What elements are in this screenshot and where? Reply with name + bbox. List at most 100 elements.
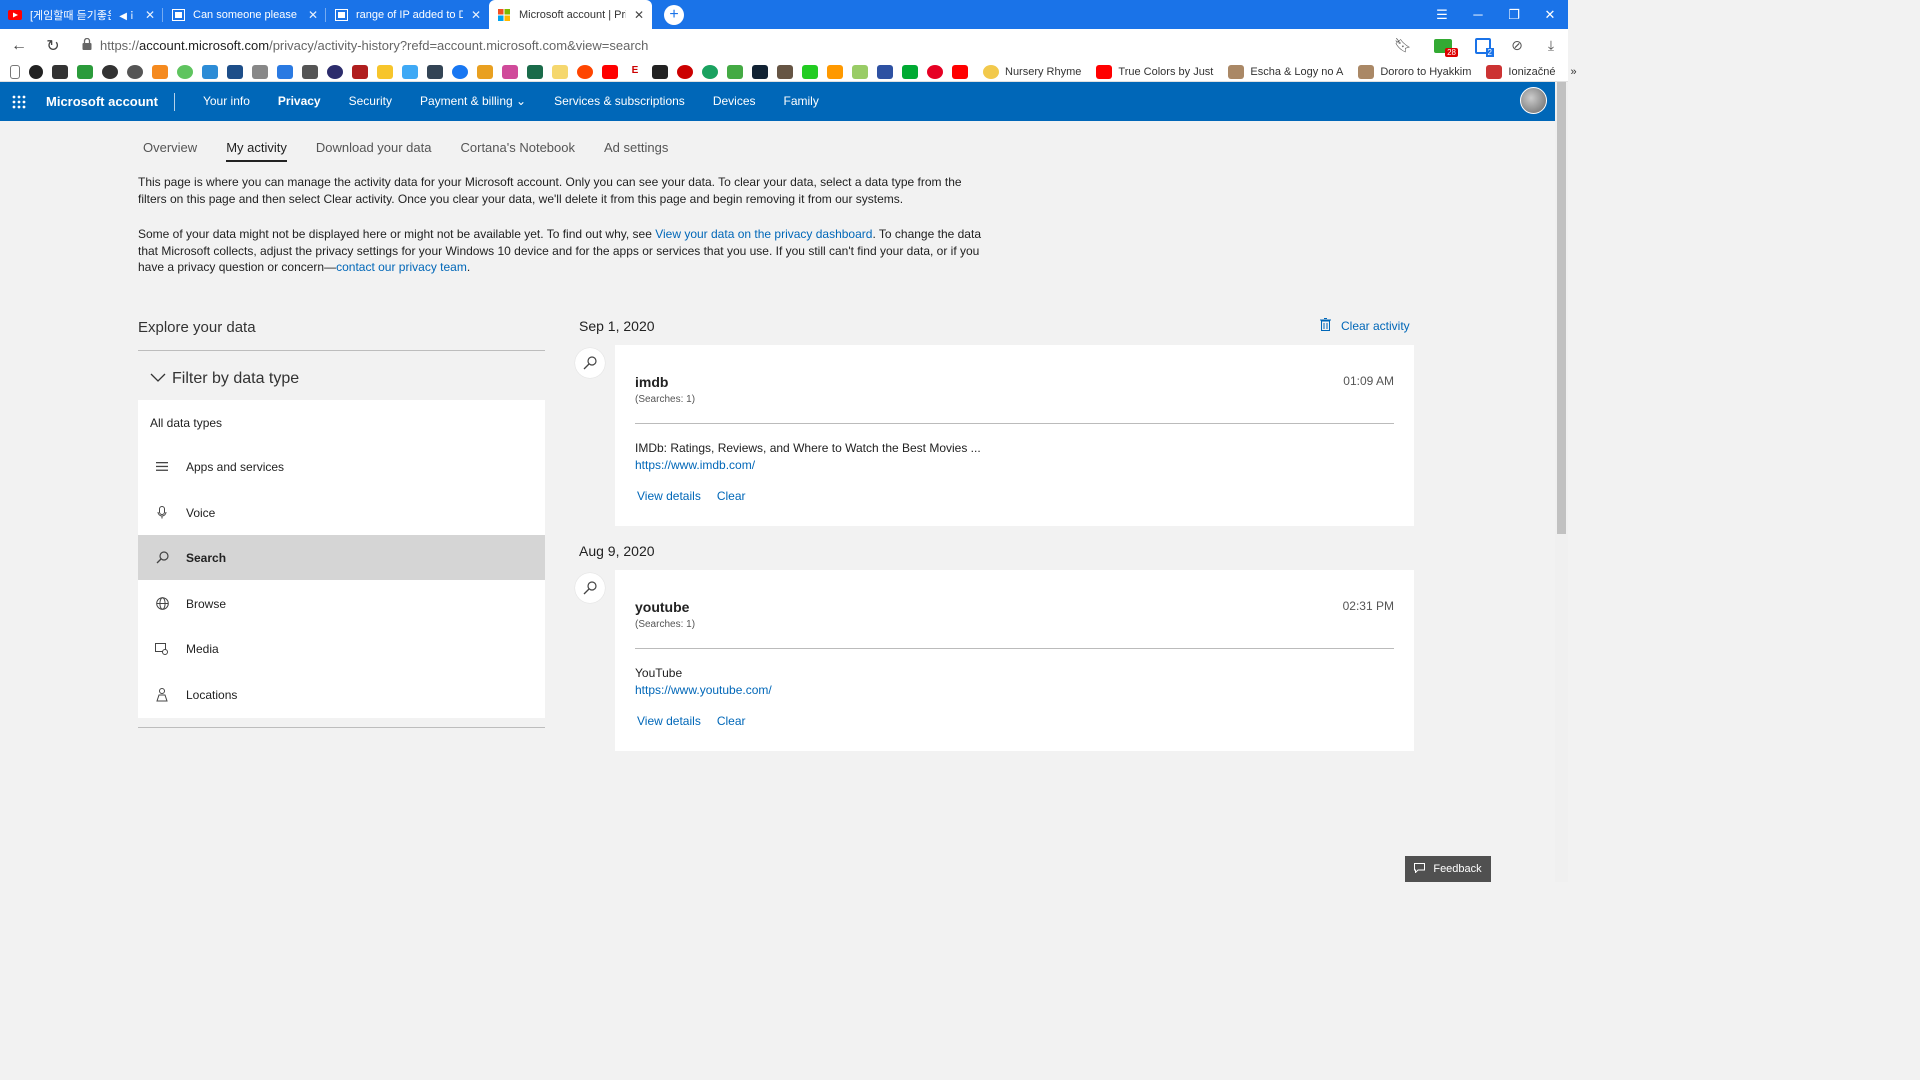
bookmark-icon[interactable]: 🔖︎ [1386,29,1420,62]
browser-tab[interactable]: range of IP added to DNS ✕ [326,0,489,29]
bookmark-icon[interactable] [677,64,693,79]
tab-my-activity[interactable]: My activity [226,140,287,162]
bookmark-icon[interactable] [827,64,843,79]
bookmark-icon[interactable] [77,64,93,79]
nav-your-info[interactable]: Your info [189,82,264,121]
bookmark-icon[interactable] [552,64,568,79]
bookmark-icon[interactable] [127,64,143,79]
avatar[interactable] [1520,87,1547,114]
youtube-icon[interactable] [952,64,968,79]
bookmark-icon[interactable] [352,64,368,79]
filter-apps-and-services[interactable]: Apps and services [138,444,545,489]
bookmark-icon[interactable] [502,64,518,79]
bookmark-icon[interactable] [152,64,168,79]
download-icon[interactable]: ⤓ [1534,29,1568,62]
result-url-link[interactable]: https://www.youtube.com/ [635,683,772,697]
back-icon[interactable]: ← [2,29,36,62]
bookmark-icon[interactable] [727,64,743,79]
eye-icon[interactable] [29,64,43,79]
close-tab-icon[interactable]: ✕ [145,8,155,22]
clear-activity-button[interactable]: Clear activity [1320,318,1410,334]
scrollbar[interactable] [1555,82,1568,882]
bookmark-icon[interactable] [877,64,893,79]
clear-link[interactable]: Clear [717,489,746,503]
filter-media[interactable]: Media [138,626,545,671]
filter-voice[interactable]: Voice [138,490,545,535]
block-icon[interactable]: ⊘ [1500,29,1534,62]
nav-services-subscriptions[interactable]: Services & subscriptions [540,82,699,121]
bookmark-icon[interactable] [777,64,793,79]
view-details-link[interactable]: View details [637,714,701,728]
bookmark-icon[interactable]: E [627,64,643,79]
youtube-icon[interactable] [602,64,618,79]
close-tab-icon[interactable]: ✕ [634,8,644,22]
bookmark-link[interactable]: Ionizačné [1486,64,1556,79]
app-launcher-icon[interactable] [0,95,38,109]
feedback-button[interactable]: Feedback [1405,856,1491,882]
speaker-icon[interactable]: ◀ｉ [119,7,137,22]
bookmark-link[interactable]: Nursery Rhyme [983,64,1081,79]
tab-ad-settings[interactable]: Ad settings [604,140,668,162]
bookmark-icon[interactable] [652,64,668,79]
new-tab-button[interactable]: + [664,5,684,25]
close-tab-icon[interactable]: ✕ [471,8,481,22]
filter-search[interactable]: Search [138,535,545,580]
restore-icon[interactable]: ❐ [1496,0,1532,29]
browser-tab-active[interactable]: Microsoft account | Priv ✕ [489,0,652,29]
bookmark-icon[interactable] [802,64,818,79]
nav-privacy[interactable]: Privacy [264,82,335,121]
close-window-icon[interactable]: ✕ [1532,0,1568,29]
nav-security[interactable]: Security [335,82,406,121]
bookmark-icon[interactable] [102,64,118,79]
filter-browse[interactable]: Browse [138,581,545,626]
bookmark-icon[interactable] [852,64,868,79]
browser-tab[interactable]: Can someone please tell m ✕ [163,0,326,29]
more-bookmarks-icon[interactable]: » [1571,66,1577,78]
filter-all-data-types[interactable]: All data types [138,400,545,445]
bookmark-link[interactable]: Escha & Logy no A [1228,64,1343,79]
bookmark-icon[interactable] [227,64,243,79]
pinterest-icon[interactable] [927,64,943,79]
bookmark-icon[interactable] [177,64,193,79]
filter-toggle[interactable]: Filter by data type [138,358,545,400]
bookmark-link[interactable]: Dororo to Hyakkim [1358,64,1471,79]
menu-icon[interactable]: ☰ [1424,0,1460,29]
view-details-link[interactable]: View details [637,489,701,503]
extension-icon[interactable]: 2 [1466,29,1500,62]
bookmark-icon[interactable] [702,64,718,79]
page-icon[interactable] [10,64,20,79]
bookmark-icon[interactable] [302,64,318,79]
tab-download-your-data[interactable]: Download your data [316,140,432,162]
url-field[interactable]: https://account.microsoft.com/privacy/ac… [82,37,648,53]
bookmark-icon[interactable] [52,64,68,79]
minimize-icon[interactable]: ─ [1460,0,1496,29]
bookmark-icon[interactable] [427,64,443,79]
scrollbar-thumb[interactable] [1557,82,1566,534]
brand-title[interactable]: Microsoft account [38,92,175,111]
bookmark-icon[interactable] [327,64,343,79]
bookmark-icon[interactable] [477,64,493,79]
clear-link[interactable]: Clear [717,714,746,728]
extension-icon[interactable]: 28 [1420,29,1466,62]
facebook-icon[interactable] [452,64,468,79]
tab-overview[interactable]: Overview [143,140,197,162]
browser-tab[interactable]: [게임할때 듣기좋은 ◀ｉ ✕ [0,0,163,29]
bookmark-icon[interactable] [402,64,418,79]
privacy-dashboard-link[interactable]: View your data on the privacy dashboard [655,227,872,241]
bookmark-icon[interactable] [277,64,293,79]
result-url-link[interactable]: https://www.imdb.com/ [635,458,755,472]
nav-devices[interactable]: Devices [699,82,770,121]
tab-cortana-notebook[interactable]: Cortana's Notebook [461,140,576,162]
contact-privacy-team-link[interactable]: contact our privacy team [336,260,467,274]
filter-locations[interactable]: Locations [138,672,545,717]
bookmark-icon[interactable] [252,64,268,79]
nav-payment-billing[interactable]: Payment & billing ⌄ [406,82,540,121]
bookmark-icon[interactable] [752,64,768,79]
bookmark-icon[interactable] [902,64,918,79]
bookmark-icon[interactable] [527,64,543,79]
nav-family[interactable]: Family [770,82,833,121]
drive-icon[interactable] [377,64,393,79]
bookmark-link[interactable]: True Colors by Just [1096,64,1213,79]
reddit-icon[interactable] [577,64,593,79]
reload-icon[interactable]: ↻ [36,29,70,62]
